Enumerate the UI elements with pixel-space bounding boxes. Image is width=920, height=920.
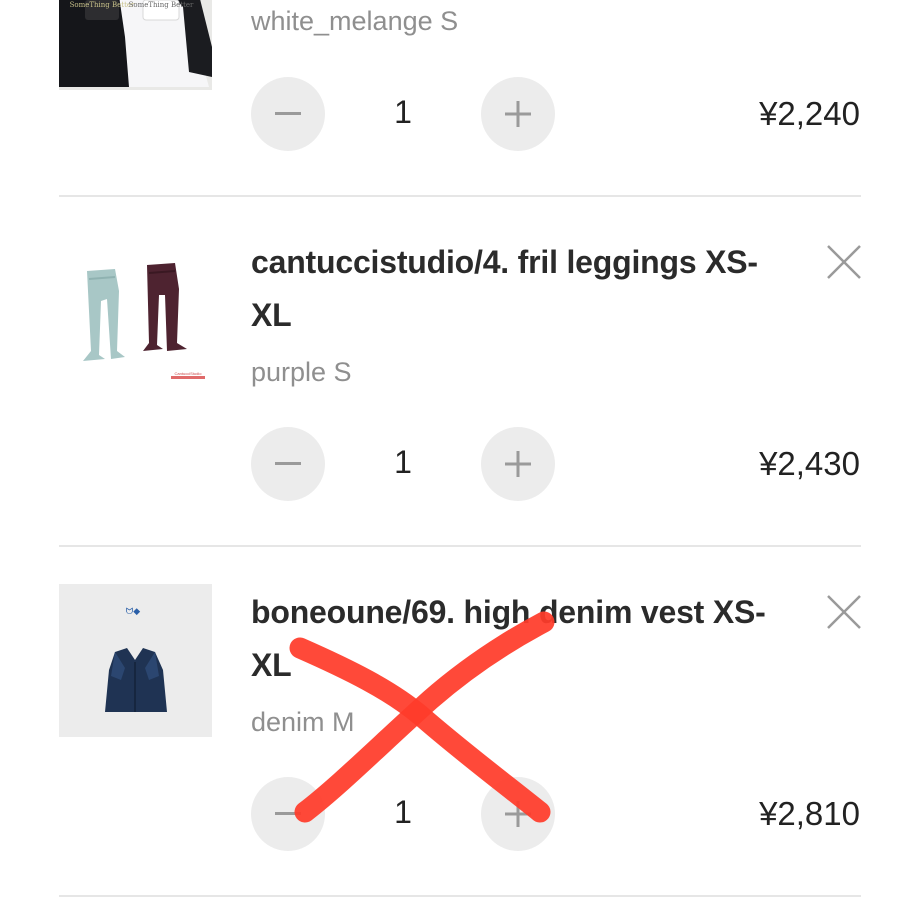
- item-price: ¥2,810: [759, 795, 860, 832]
- print-text: SomeThing Better: [70, 1, 135, 9]
- logo-mark: ᗢ◆: [126, 606, 140, 616]
- item-price: ¥2,430: [759, 445, 860, 482]
- item-price: ¥2,240: [759, 95, 860, 132]
- minus-icon: [275, 462, 301, 465]
- increase-quantity-button[interactable]: [481, 77, 555, 151]
- plus-icon: [505, 101, 531, 127]
- product-thumbnail[interactable]: CantucciStudio: [59, 239, 212, 392]
- product-thumbnail[interactable]: ᗢ◆: [59, 584, 212, 737]
- sweatshirt-image: SomeThing Better SomeThing Better: [59, 0, 212, 90]
- quantity-value: 1: [394, 794, 412, 830]
- plus-icon: [505, 801, 531, 827]
- denim-vest-image: ᗢ◆: [59, 584, 212, 737]
- decrease-quantity-button[interactable]: [251, 777, 325, 851]
- item-variant: white_melange S: [251, 6, 459, 36]
- decrease-quantity-button[interactable]: [251, 427, 325, 501]
- divider: [59, 545, 861, 547]
- minus-icon: [275, 812, 301, 815]
- minus-icon: [275, 112, 301, 115]
- decrease-quantity-button[interactable]: [251, 77, 325, 151]
- remove-item-button[interactable]: [826, 594, 862, 630]
- close-icon: [827, 595, 861, 629]
- product-thumbnail[interactable]: SomeThing Better SomeThing Better: [59, 0, 212, 90]
- increase-quantity-button[interactable]: [481, 427, 555, 501]
- quantity-value: 1: [394, 94, 412, 130]
- print-text: SomeThing Better: [129, 1, 194, 9]
- divider: [59, 195, 861, 197]
- plus-icon: [505, 451, 531, 477]
- quantity-value: 1: [394, 444, 412, 480]
- divider: [59, 895, 861, 897]
- item-variant: denim M: [251, 707, 355, 737]
- close-icon: [827, 245, 861, 279]
- item-variant: purple S: [251, 357, 352, 387]
- brand-text: CantucciStudio: [175, 371, 203, 376]
- remove-item-button[interactable]: [826, 244, 862, 280]
- item-title[interactable]: boneoune/69. high denim vest XS-XL: [251, 586, 791, 692]
- leggings-image: CantucciStudio: [59, 239, 212, 392]
- item-title[interactable]: cantuccistudio/4. fril leggings XS-XL: [251, 236, 791, 342]
- increase-quantity-button[interactable]: [481, 777, 555, 851]
